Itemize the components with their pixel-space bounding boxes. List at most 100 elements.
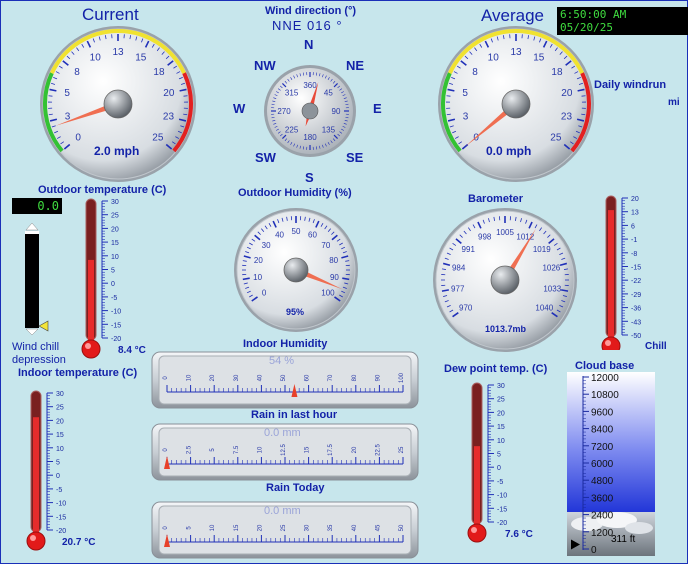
thermo-scale-label: 30 (56, 391, 64, 398)
dial-tick-label: 8 (472, 67, 478, 78)
thermo-scale-label: -20 (111, 336, 121, 343)
hgauge-scale-label: 15 (305, 446, 311, 453)
dial-tick-label: 8 (74, 67, 80, 78)
dir-tick-label: 315 (285, 89, 299, 98)
dir-tick-label: 270 (277, 107, 291, 116)
dial-tick-label: 30 (262, 241, 271, 250)
thermo-scale-label: 20 (111, 226, 119, 233)
thermo-scale-label: -5 (497, 479, 503, 486)
dial-tick-label: 25 (152, 132, 164, 143)
indoor-temp-value: 20.7 °C (62, 537, 96, 548)
dial-tick-label: 5 (64, 88, 70, 99)
thermo-mercury (88, 259, 94, 346)
hgauge-scale-label: 10 (210, 524, 216, 531)
thermo-scale-label: 20 (497, 410, 505, 417)
thermo-scale-label: -5 (56, 487, 62, 494)
thermo-bulb (467, 523, 487, 543)
hgauge-scale-label: 17.5 (328, 444, 334, 456)
wind-chill-label-line1: Wind chill (12, 341, 60, 353)
indoor-temp-thermometer: 30 25 20 15 10 5 0 -5 -10 -15 -20 (25, 385, 85, 560)
thermo-scale-label: 5 (111, 268, 115, 275)
cloud-base-gauge: 12000 10800 9600 8400 7200 6000 4800 3600 2400 12… (567, 372, 655, 561)
hgauge-scale-label: 20 (210, 374, 216, 381)
wind-chill-display: 0.0 (12, 198, 62, 214)
dial-tick-label: 23 (561, 112, 573, 123)
current-label: Current (82, 5, 139, 24)
rain-today-gauge: 0 5 10 15 20 25 30 35 40 45 50 0.0 mm (151, 501, 419, 564)
hgauge-scale-label: 25 (399, 446, 405, 453)
indoor-humidity-title: Indoor Humidity (243, 338, 328, 350)
dir-tick-label: 45 (324, 89, 333, 98)
thermo-scale-label: -8 (631, 251, 637, 258)
thermo-scale-label: 0 (56, 473, 60, 480)
dial-tick-label: 1012 (516, 232, 534, 241)
thermo-scale-label: -10 (111, 309, 121, 316)
cloud-scale-label: 8400 (591, 425, 614, 436)
dew-point-title: Dew point temp. (C) (444, 363, 548, 375)
compass-w: W (233, 101, 246, 116)
dial-tick-label: 1026 (542, 264, 560, 273)
chill-thermometer: 20 13 6 -1 -8 -15 -22 -29 -36 -43 -50 (600, 190, 660, 356)
barometer-gauge: 970 977 984 991 998 1005 1012 1019 1026 1033 1040 … (431, 206, 579, 359)
hgauge-scale-label: 35 (328, 524, 334, 531)
compass-n: N (304, 37, 314, 52)
cloud-scale-label: 7200 (591, 442, 614, 453)
thermo-mercury (608, 210, 614, 343)
compass-e: E (373, 101, 382, 116)
dial-tick-label: 90 (330, 273, 339, 282)
hgauge-scale-label: 20 (352, 446, 358, 453)
average-wind-gauge: 035810131518202325 0.0 mph (436, 24, 596, 189)
dial-tick-label: 984 (452, 264, 466, 273)
thermo-scale-label: -15 (497, 506, 507, 513)
thermo-bulb-shine (85, 343, 91, 349)
hgauge-scale-label: 30 (234, 374, 240, 381)
wind-chill-bar (24, 222, 49, 336)
thermo-scale-label: 25 (56, 405, 64, 412)
dial-tick-label: 13 (112, 47, 124, 58)
dial-tick-label: 998 (478, 232, 492, 241)
dial-tick-label: 50 (292, 227, 301, 236)
dial-tick-label: 18 (153, 67, 165, 78)
thermo-scale-label: 20 (631, 196, 639, 203)
hgauge-scale-label: 50 (399, 524, 405, 531)
indoor-humidity-gauge: 0 10 20 30 40 50 60 70 80 90 100 54 % (151, 351, 419, 414)
cloud-scale-label: 4800 (591, 476, 614, 487)
cloud-scale-label: 2400 (591, 511, 614, 522)
thermo-scale-label: -15 (111, 322, 121, 329)
thermo-scale-label: -20 (497, 520, 507, 527)
rain-hour-title: Rain in last hour (251, 409, 338, 421)
cloud-base-title: Cloud base (575, 360, 635, 372)
thermo-bulb (81, 339, 101, 359)
cloud-scale-label: 12000 (591, 373, 619, 384)
hgauge-scale-label: 10 (187, 374, 193, 381)
dial-tick-label: 13 (510, 47, 522, 58)
hgauge-scale-label: 20 (257, 524, 263, 531)
thermo-bulb (601, 336, 621, 356)
cloud-scale-label: 10800 (591, 390, 619, 401)
rain-today-title: Rain Today (266, 482, 325, 494)
cloud-scale-label: 0 (591, 545, 597, 556)
average-label: Average (481, 6, 545, 25)
dial-tick-label: 60 (308, 231, 317, 240)
thermo-scale-label: 30 (497, 383, 505, 390)
dial-tick-label: 25 (550, 132, 562, 143)
dir-tick-label: 90 (332, 107, 341, 116)
thermo-scale-label: -1 (631, 237, 637, 244)
thermo-scale-label: 5 (56, 460, 60, 467)
thermo-scale-label: 20 (56, 418, 64, 425)
wind-direction-reading: NNE 016 ° (272, 18, 343, 33)
wind-chill-label: Wind chill depression (12, 341, 66, 367)
hgauge-scale-label: 50 (281, 374, 287, 381)
dial-tick-label: 5 (462, 88, 468, 99)
wind-chill-label-line2: depression (12, 354, 66, 366)
chill-label: Chill (645, 341, 667, 352)
hgauge-scale-label: 90 (375, 374, 381, 381)
dial-tick-label: 23 (163, 112, 175, 123)
thermo-scale-label: -5 (111, 295, 117, 302)
hgauge-scale-label: 100 (399, 372, 405, 383)
hgauge-scale-label: 22.5 (375, 444, 381, 456)
dial-tick-label: 40 (275, 231, 284, 240)
hgauge-scale-label: 15 (234, 524, 240, 531)
thermo-bulb-shine (605, 340, 611, 346)
thermo-bulb-shine (30, 535, 36, 541)
